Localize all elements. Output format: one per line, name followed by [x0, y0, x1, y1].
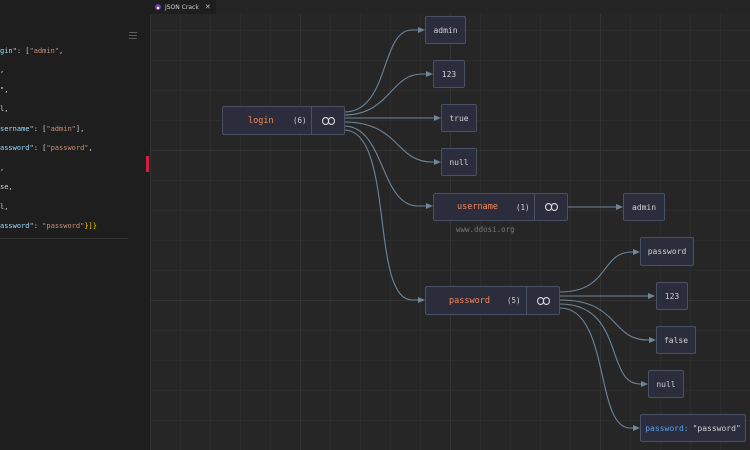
- tab-json-crack[interactable]: ◆ JSON Crack ✕: [150, 0, 216, 14]
- node-value: 123: [664, 291, 680, 301]
- node-key: password: [449, 295, 490, 306]
- code-token: ": [: [29, 125, 47, 133]
- node-login[interactable]: login (6): [222, 106, 345, 135]
- node-value: admin: [631, 202, 657, 212]
- code-line: assword": "password"}]}: [0, 222, 97, 231]
- code-token: assword: [0, 222, 30, 230]
- node-kv-key: password: [645, 423, 684, 433]
- node-value-123[interactable]: 123: [433, 60, 465, 88]
- node-value: 123: [441, 69, 457, 79]
- code-token: ":: [29, 222, 43, 230]
- code-token: ,: [0, 66, 5, 74]
- node-keyvalue-password[interactable]: password : "password": [640, 414, 746, 442]
- code-token: sername: [0, 125, 30, 133]
- code-line: gin": ["admin",: [0, 47, 63, 56]
- code-line: ",: [0, 86, 8, 95]
- code-token: ],: [75, 125, 85, 133]
- node-password[interactable]: password (5): [425, 286, 560, 315]
- node-value: null: [656, 379, 676, 389]
- node-value-admin[interactable]: admin: [425, 16, 466, 44]
- tab-bar: ◆ JSON Crack ✕: [150, 0, 750, 14]
- node-value: null: [449, 157, 469, 167]
- node-count: (6): [293, 116, 307, 125]
- code-line: assword": ["password",: [0, 144, 93, 153]
- node-username[interactable]: username (1): [433, 193, 568, 221]
- tab-title: JSON Crack: [165, 3, 199, 11]
- node-value: admin: [433, 25, 458, 35]
- code-editor[interactable]: gin": ["admin",, ", l, sername": ["admin"],…: [0, 0, 151, 450]
- code-token: ",: [0, 86, 9, 94]
- node-count: (1): [516, 202, 530, 212]
- node-kv-separator: :: [683, 423, 689, 433]
- node-value-null[interactable]: null: [441, 148, 477, 176]
- node-count: (5): [507, 296, 521, 305]
- editor-header: [0, 0, 150, 16]
- node-kv-value: "password": [692, 423, 741, 433]
- code-line: l,: [0, 105, 8, 114]
- node-value-true[interactable]: true: [441, 104, 477, 132]
- code-token: "admin": [46, 125, 76, 133]
- code-line: l,: [0, 203, 8, 212]
- editor-divider: [0, 238, 128, 239]
- code-token: "admin": [29, 47, 60, 55]
- node-value-admin-username[interactable]: admin: [623, 193, 665, 221]
- node-value-password[interactable]: password: [640, 237, 694, 266]
- node-value-null-password[interactable]: null: [648, 370, 684, 398]
- node-value-123-password[interactable]: 123: [656, 282, 688, 310]
- code-token: "password": [46, 144, 89, 152]
- code-line: sername": ["admin"],: [0, 125, 84, 134]
- node-value: false: [663, 335, 689, 345]
- code-line: se,: [0, 183, 13, 192]
- watermark: www.ddosi.org: [456, 225, 515, 234]
- code-token: }]}: [84, 222, 97, 230]
- close-icon[interactable]: ✕: [205, 3, 211, 11]
- node-key: login: [248, 115, 274, 126]
- code-token: ": [: [12, 47, 30, 55]
- code-token: ": [: [29, 144, 47, 152]
- code-token: ,: [88, 144, 93, 152]
- code-token: assword: [0, 144, 30, 152]
- link-icon[interactable]: [534, 194, 567, 220]
- scrollbar-marker: [146, 156, 149, 172]
- link-icon[interactable]: [311, 107, 344, 134]
- code-line: ,: [0, 66, 4, 75]
- node-value: true: [449, 113, 469, 123]
- json-crack-logo-icon: ◆: [155, 4, 161, 10]
- code-token: gin: [0, 47, 13, 55]
- code-token: ,: [59, 47, 64, 55]
- code-token: se,: [0, 183, 13, 191]
- code-token: l,: [0, 105, 9, 113]
- code-token: l,: [0, 203, 9, 211]
- node-value: password: [647, 247, 687, 256]
- minimap[interactable]: [129, 30, 137, 42]
- code-line: ,: [0, 164, 4, 173]
- node-key: username: [457, 202, 498, 212]
- code-token: "password": [42, 222, 85, 230]
- node-value-false[interactable]: false: [656, 326, 696, 354]
- code-token: ,: [0, 164, 5, 172]
- link-icon[interactable]: [526, 287, 559, 314]
